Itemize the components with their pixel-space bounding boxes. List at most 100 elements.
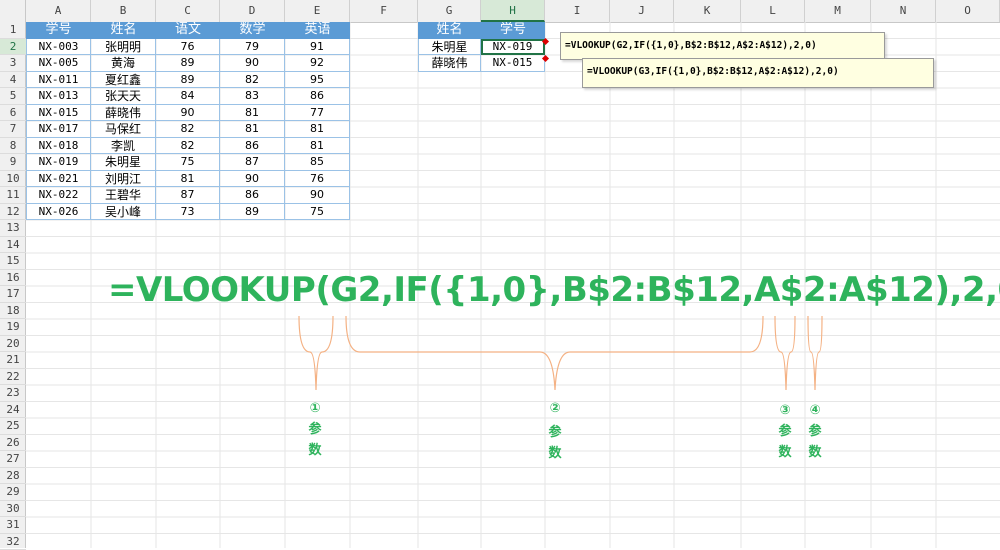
row-header-11[interactable]: 11 bbox=[0, 187, 26, 204]
row-header-7[interactable]: 7 bbox=[0, 121, 26, 138]
table-cell[interactable]: 89 bbox=[156, 55, 220, 72]
lookup-header-cell[interactable]: 学号 bbox=[481, 22, 545, 39]
row-header-19[interactable]: 19 bbox=[0, 319, 26, 336]
table-cell[interactable]: 90 bbox=[156, 105, 220, 122]
table-cell[interactable]: 90 bbox=[220, 55, 285, 72]
table-cell[interactable]: 马保红 bbox=[91, 121, 156, 138]
lookup-cell[interactable]: 朱明星 bbox=[418, 39, 481, 56]
row-header-20[interactable]: 20 bbox=[0, 336, 26, 353]
table-cell[interactable]: 81 bbox=[285, 121, 350, 138]
column-header-m[interactable]: M bbox=[805, 0, 871, 22]
column-header-g[interactable]: G bbox=[418, 0, 481, 22]
table-cell[interactable]: 73 bbox=[156, 204, 220, 221]
table-header-cell[interactable]: 英语 bbox=[285, 22, 350, 39]
table-cell[interactable]: 王碧华 bbox=[91, 187, 156, 204]
table-cell[interactable]: 90 bbox=[220, 171, 285, 188]
row-header-31[interactable]: 31 bbox=[0, 517, 26, 534]
row-header-23[interactable]: 23 bbox=[0, 385, 26, 402]
table-header-cell[interactable]: 姓名 bbox=[91, 22, 156, 39]
table-cell[interactable]: 吴小峰 bbox=[91, 204, 156, 221]
lookup-header-cell[interactable]: 姓名 bbox=[418, 22, 481, 39]
table-cell[interactable]: 82 bbox=[220, 72, 285, 89]
row-header-1[interactable]: 1 bbox=[0, 22, 26, 39]
column-header-i[interactable]: I bbox=[545, 0, 610, 22]
row-header-15[interactable]: 15 bbox=[0, 253, 26, 270]
row-header-3[interactable]: 3 bbox=[0, 55, 26, 72]
column-header-b[interactable]: B bbox=[91, 0, 156, 22]
row-header-4[interactable]: 4 bbox=[0, 72, 26, 89]
column-header-k[interactable]: K bbox=[674, 0, 741, 22]
table-cell[interactable]: 90 bbox=[285, 187, 350, 204]
column-header-h[interactable]: H bbox=[481, 0, 545, 22]
row-header-16[interactable]: 16 bbox=[0, 270, 26, 287]
row-header-29[interactable]: 29 bbox=[0, 484, 26, 501]
table-cell[interactable]: 82 bbox=[156, 121, 220, 138]
row-header-12[interactable]: 12 bbox=[0, 204, 26, 221]
table-cell[interactable]: 朱明星 bbox=[91, 154, 156, 171]
lookup-cell[interactable]: NX-015 bbox=[481, 55, 545, 72]
row-header-5[interactable]: 5 bbox=[0, 88, 26, 105]
table-cell[interactable]: NX-019 bbox=[26, 154, 91, 171]
table-cell[interactable]: 张明明 bbox=[91, 39, 156, 56]
column-header-c[interactable]: C bbox=[156, 0, 220, 22]
table-cell[interactable]: 86 bbox=[220, 138, 285, 155]
table-cell[interactable]: NX-022 bbox=[26, 187, 91, 204]
table-cell[interactable]: 夏红鑫 bbox=[91, 72, 156, 89]
table-cell[interactable]: 86 bbox=[285, 88, 350, 105]
table-cell[interactable]: 84 bbox=[156, 88, 220, 105]
row-header-6[interactable]: 6 bbox=[0, 105, 26, 122]
row-header-22[interactable]: 22 bbox=[0, 369, 26, 386]
table-cell[interactable]: 81 bbox=[156, 171, 220, 188]
select-all-corner[interactable] bbox=[0, 0, 26, 22]
table-cell[interactable]: 77 bbox=[285, 105, 350, 122]
column-header-d[interactable]: D bbox=[220, 0, 285, 22]
row-header-18[interactable]: 18 bbox=[0, 303, 26, 320]
table-cell[interactable]: NX-021 bbox=[26, 171, 91, 188]
row-header-2[interactable]: 2 bbox=[0, 39, 26, 56]
table-cell[interactable]: 刘明江 bbox=[91, 171, 156, 188]
table-cell[interactable]: 83 bbox=[220, 88, 285, 105]
table-cell[interactable]: 81 bbox=[285, 138, 350, 155]
table-cell[interactable]: 85 bbox=[285, 154, 350, 171]
row-header-21[interactable]: 21 bbox=[0, 352, 26, 369]
row-header-14[interactable]: 14 bbox=[0, 237, 26, 254]
lookup-cell[interactable]: 薛晓伟 bbox=[418, 55, 481, 72]
table-cell[interactable]: NX-017 bbox=[26, 121, 91, 138]
table-cell[interactable]: 张天天 bbox=[91, 88, 156, 105]
column-header-j[interactable]: J bbox=[610, 0, 674, 22]
table-cell[interactable]: 89 bbox=[156, 72, 220, 89]
table-cell[interactable]: 75 bbox=[156, 154, 220, 171]
row-header-25[interactable]: 25 bbox=[0, 418, 26, 435]
table-cell[interactable]: NX-013 bbox=[26, 88, 91, 105]
table-cell[interactable]: NX-015 bbox=[26, 105, 91, 122]
table-cell[interactable]: 薛晓伟 bbox=[91, 105, 156, 122]
table-header-cell[interactable]: 语文 bbox=[156, 22, 220, 39]
table-cell[interactable]: 75 bbox=[285, 204, 350, 221]
table-cell[interactable]: 95 bbox=[285, 72, 350, 89]
table-cell[interactable]: 79 bbox=[220, 39, 285, 56]
row-header-30[interactable]: 30 bbox=[0, 501, 26, 518]
table-cell[interactable]: 86 bbox=[220, 187, 285, 204]
column-header-e[interactable]: E bbox=[285, 0, 350, 22]
column-header-f[interactable]: F bbox=[350, 0, 418, 22]
column-header-o[interactable]: O bbox=[936, 0, 1000, 22]
row-header-9[interactable]: 9 bbox=[0, 154, 26, 171]
row-header-13[interactable]: 13 bbox=[0, 220, 26, 237]
table-cell[interactable]: 91 bbox=[285, 39, 350, 56]
table-cell[interactable]: 92 bbox=[285, 55, 350, 72]
row-header-24[interactable]: 24 bbox=[0, 402, 26, 419]
table-cell[interactable]: 81 bbox=[220, 105, 285, 122]
column-header-l[interactable]: L bbox=[741, 0, 805, 22]
table-cell[interactable]: NX-026 bbox=[26, 204, 91, 221]
table-cell[interactable]: NX-011 bbox=[26, 72, 91, 89]
table-cell[interactable]: 81 bbox=[220, 121, 285, 138]
row-header-8[interactable]: 8 bbox=[0, 138, 26, 155]
table-cell[interactable]: 黄海 bbox=[91, 55, 156, 72]
row-header-27[interactable]: 27 bbox=[0, 451, 26, 468]
table-cell[interactable]: 89 bbox=[220, 204, 285, 221]
table-cell[interactable]: 76 bbox=[156, 39, 220, 56]
row-header-26[interactable]: 26 bbox=[0, 435, 26, 452]
row-header-10[interactable]: 10 bbox=[0, 171, 26, 188]
selected-cell-h2[interactable]: NX-019 bbox=[481, 39, 545, 56]
table-header-cell[interactable]: 学号 bbox=[26, 22, 91, 39]
